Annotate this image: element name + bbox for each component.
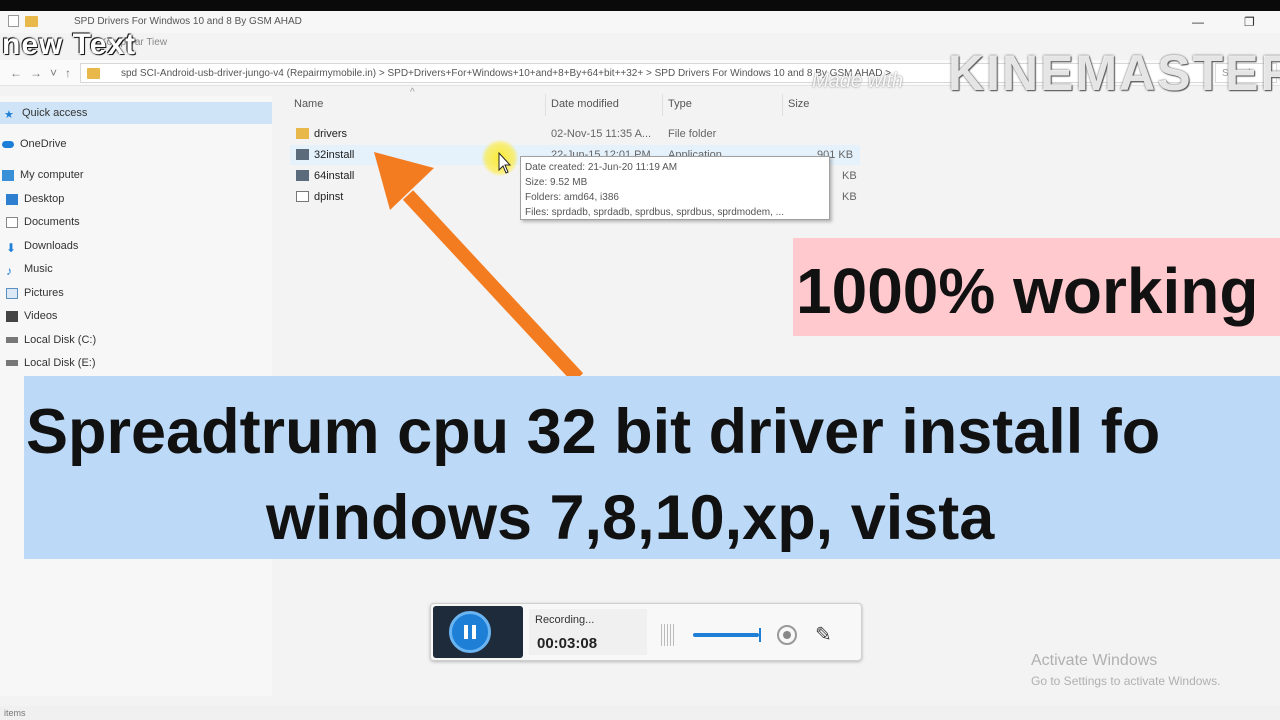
volume-slider[interactable] xyxy=(693,627,761,642)
banner-line-1: Spreadtrum cpu 32 bit driver install fo xyxy=(26,397,1161,467)
activate-title: Activate Windows xyxy=(1031,652,1158,669)
recording-label: Recording... xyxy=(535,614,595,626)
working-badge: 1000% working xyxy=(793,238,1280,336)
pause-icon xyxy=(472,625,476,639)
activate-windows-watermark: Activate Windows Go to Settings to activ… xyxy=(1031,652,1220,688)
recorder-control-area xyxy=(433,606,523,658)
activate-subtitle: Go to Settings to activate Windows. xyxy=(1031,674,1221,688)
status-text: items xyxy=(4,708,26,718)
recording-status: Recording... 00:03:08 xyxy=(529,609,647,655)
recorder-tools: ✎ xyxy=(661,622,832,647)
pause-icon xyxy=(464,625,468,639)
banner-line-2: windows 7,8,10,xp, vista xyxy=(266,483,995,553)
working-badge-text: 1000% working xyxy=(796,255,1259,327)
recording-timer: 00:03:08 xyxy=(537,635,598,652)
webcam-icon[interactable] xyxy=(777,624,797,645)
pen-icon[interactable]: ✎ xyxy=(815,622,832,647)
status-bar: items xyxy=(0,706,1280,720)
recorder-panel: Recording... 00:03:08 ✎ xyxy=(430,603,862,661)
title-banner: Spreadtrum cpu 32 bit driver install fo … xyxy=(24,376,1280,559)
audio-level-icon xyxy=(661,623,675,646)
pause-button[interactable] xyxy=(449,611,491,653)
